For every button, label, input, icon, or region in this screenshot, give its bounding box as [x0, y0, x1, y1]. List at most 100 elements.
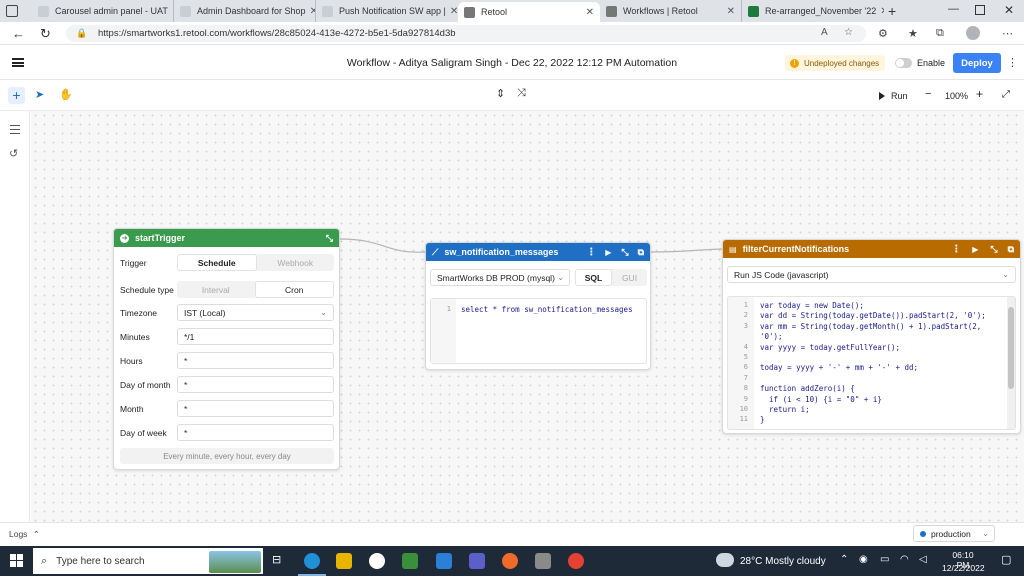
trigger-label: Trigger: [120, 258, 147, 268]
code-line: function addZero(i) {: [760, 384, 855, 394]
block-header: ▤ filterCurrentNotifications ⋮ ▶ ⤡ ⧉: [723, 240, 1020, 258]
clock-date[interactable]: 12/22/2022: [942, 563, 985, 573]
resource-select[interactable]: SmartWorks DB PROD (mysql) ⌄: [430, 269, 570, 286]
schedule-type-toggle[interactable]: Interval Cron: [177, 281, 334, 298]
line-number: 7: [743, 373, 748, 382]
line-number: 3: [743, 321, 748, 330]
line-number: 1: [446, 305, 451, 313]
resource-value: SmartWorks DB PROD (mysql): [437, 272, 555, 283]
edge-icon[interactable]: [304, 553, 320, 569]
line-number: 9: [743, 394, 748, 403]
environment-select[interactable]: production ⌄: [913, 525, 995, 542]
search-placeholder: Type here to search: [56, 555, 145, 567]
day-of-month-label: Day of month: [120, 380, 171, 390]
logs-bar: [0, 522, 1024, 545]
code-line: if (i < 10) {i = "0" + i}: [760, 394, 882, 404]
collapse-block-icon[interactable]: ⤡: [326, 233, 333, 244]
collapse-block-icon[interactable]: ⤡: [990, 244, 997, 255]
chevron-down-icon: ⌄: [982, 529, 989, 538]
start-trigger-block[interactable]: ➜ startTrigger ⤡ Trigger Schedule Webhoo…: [113, 228, 340, 470]
weather-icon: [716, 553, 734, 567]
timezone-label: Timezone: [120, 308, 158, 318]
js-editor[interactable]: 1 var today = new Date(); 2 var dd = String…: [727, 296, 1016, 430]
minutes-label: Minutes: [120, 332, 150, 342]
block-title: startTrigger: [135, 233, 186, 243]
chevron-down-icon: ⌄: [557, 273, 564, 282]
trigger-type-toggle[interactable]: Schedule Webhook: [177, 254, 334, 271]
chevron-up-icon: ⌃: [32, 529, 40, 539]
block-header: ➜ startTrigger ⤡: [114, 229, 339, 247]
app-icon[interactable]: [402, 553, 418, 569]
month-input[interactable]: *: [177, 400, 334, 417]
volume-icon[interactable]: ◁: [919, 554, 927, 565]
editor-scrollbar[interactable]: [1007, 297, 1015, 429]
windows-start-icon[interactable]: [10, 554, 24, 568]
wifi-icon[interactable]: ◠: [900, 554, 909, 565]
line-number: 10: [739, 405, 748, 413]
more-options-icon[interactable]: ⋮: [951, 244, 961, 255]
open-editor-icon[interactable]: ⧉: [1008, 244, 1014, 255]
vscode-icon[interactable]: [436, 553, 452, 569]
trigger-icon: ➜: [120, 233, 129, 243]
network-icon[interactable]: ◉: [859, 554, 868, 565]
open-editor-icon[interactable]: ⧉: [638, 247, 644, 258]
gui-mode-option[interactable]: GUI: [612, 269, 647, 286]
webhook-option[interactable]: Webhook: [257, 254, 335, 271]
code-line: var yyyy = today.getFullYear();: [760, 342, 900, 352]
file-explorer-icon[interactable]: [336, 553, 352, 569]
day-of-week-input[interactable]: *: [177, 424, 334, 441]
code-line: }: [760, 415, 765, 425]
sql-mode-option[interactable]: SQL: [575, 269, 612, 286]
collapse-block-icon[interactable]: ⤡: [621, 247, 628, 258]
notifications-icon[interactable]: ▢: [1001, 553, 1011, 566]
postman-icon[interactable]: [502, 553, 518, 569]
day-of-month-input[interactable]: *: [177, 376, 334, 393]
chrome-icon[interactable]: [568, 553, 584, 569]
schedule-summary: Every minute, every hour, every day: [120, 448, 334, 464]
schedule-option[interactable]: Schedule: [177, 254, 257, 271]
minutes-input[interactable]: */1: [177, 328, 334, 345]
line-number: 11: [739, 415, 748, 424]
more-options-icon[interactable]: ⋮: [586, 247, 596, 258]
cron-option[interactable]: Cron: [254, 281, 334, 298]
code-line: return i;: [760, 405, 810, 414]
resource-select[interactable]: Run JS Code (javascript) ⌄: [727, 266, 1016, 283]
code-icon: ▤: [729, 244, 737, 254]
line-number: 6: [743, 363, 748, 372]
task-view-icon[interactable]: ⊟: [272, 553, 281, 566]
query-mode-toggle[interactable]: SQL GUI: [575, 269, 647, 286]
line-number: 8: [743, 384, 748, 393]
block-title: filterCurrentNotifications: [742, 244, 850, 254]
schedule-type-label: Schedule type: [120, 285, 174, 295]
teams-icon[interactable]: [469, 553, 485, 569]
run-block-icon[interactable]: ▶: [605, 248, 611, 257]
logs-toggle[interactable]: Logs ⌃: [9, 529, 40, 540]
chevron-down-icon: ⌄: [1002, 270, 1009, 279]
line-number: 2: [743, 311, 748, 320]
search-icon: ⌕: [41, 554, 48, 567]
run-block-icon[interactable]: ▶: [972, 245, 978, 254]
environment-dot-icon: [920, 530, 926, 537]
logs-label: Logs: [9, 529, 28, 539]
interval-option[interactable]: Interval: [177, 281, 255, 298]
code-line: '0');: [760, 332, 783, 342]
app-icon[interactable]: [369, 553, 385, 569]
sql-query-block[interactable]: ⟋ sw_notification_messages ⋮ ▶ ⤡ ⧉ Smart…: [425, 242, 651, 370]
code-line: var mm = String(today.getMonth() + 1).pa…: [760, 321, 982, 331]
code-line: var today = new Date();: [760, 301, 864, 310]
weather-text: 28°C Mostly cloudy: [740, 556, 826, 567]
hours-input[interactable]: *: [177, 352, 334, 369]
chevron-up-icon[interactable]: ⌃: [840, 554, 848, 565]
timezone-select[interactable]: IST (Local) ⌄: [177, 304, 334, 321]
block-title: sw_notification_messages: [444, 247, 559, 257]
line-number: 1: [743, 301, 748, 309]
day-of-week-label: Day of week: [120, 428, 167, 438]
connector-line: [339, 238, 426, 253]
app-icon[interactable]: [535, 553, 551, 569]
battery-icon[interactable]: ▭: [880, 554, 889, 565]
sql-editor[interactable]: 1 select * from sw_notification_messages: [430, 298, 647, 364]
chevron-down-icon: ⌄: [320, 308, 327, 317]
database-icon: ⟋: [432, 246, 439, 257]
js-code-block[interactable]: ▤ filterCurrentNotifications ⋮ ▶ ⤡ ⧉ Run…: [722, 239, 1021, 434]
timezone-value: IST (Local): [184, 307, 226, 318]
